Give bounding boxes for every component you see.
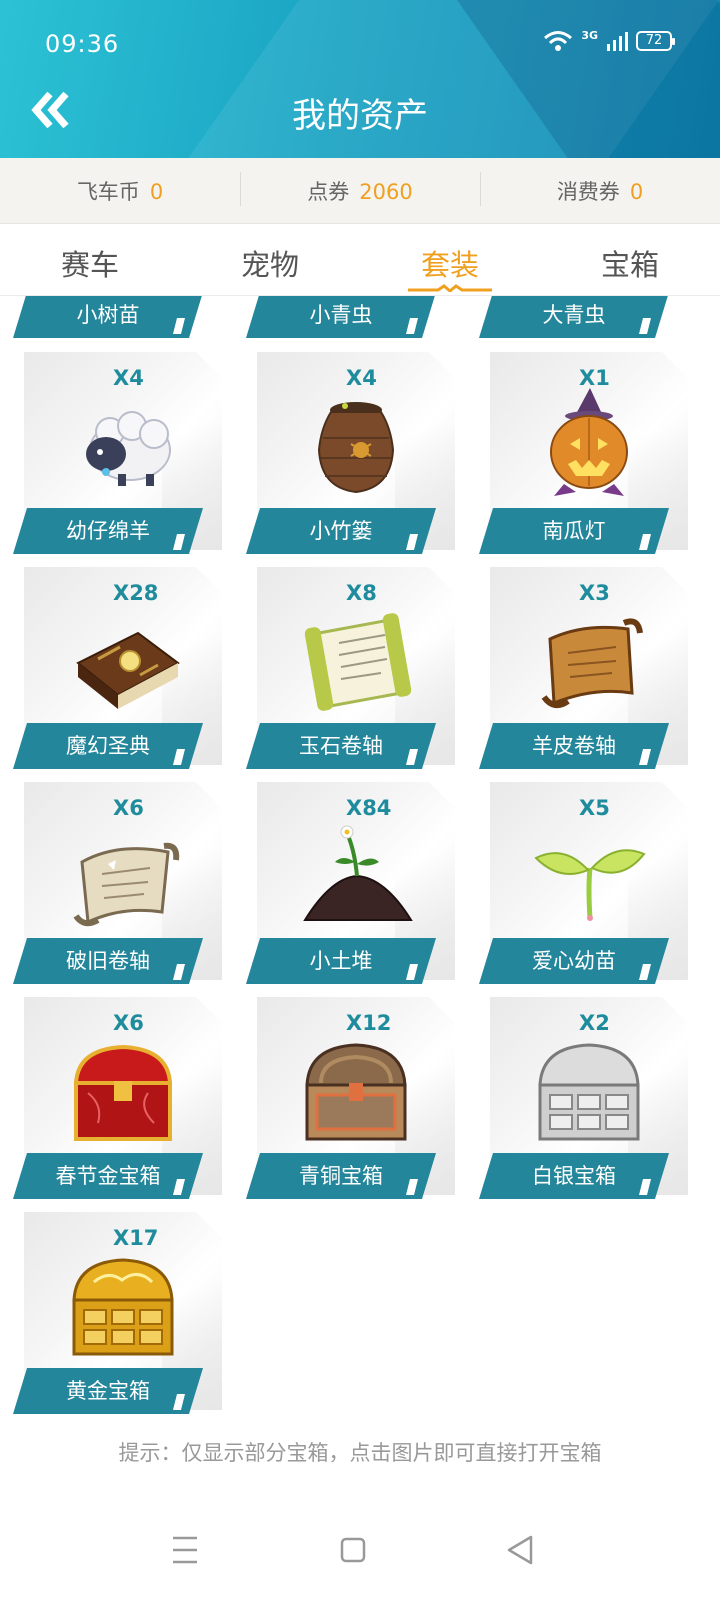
item-count: X12: [346, 1011, 392, 1035]
app-root: 09:36 3G 72 我的资产 飞车币 0 点券 2060 消费券 0 赛车 …: [0, 0, 720, 1600]
item-count: X17: [113, 1226, 159, 1250]
status-icons: 3G 72: [543, 28, 675, 52]
battery-indicator: 72: [636, 31, 675, 51]
currency-flycoin: 飞车币 0: [0, 176, 240, 206]
item-card[interactable]: X17 黄金宝箱: [13, 1212, 222, 1414]
currency-value: 0: [149, 179, 164, 204]
item-count: X84: [346, 796, 392, 820]
back-nav-button[interactable]: [491, 1520, 551, 1580]
item-card[interactable]: X84 小土堆: [246, 782, 455, 984]
home-button[interactable]: [323, 1520, 383, 1580]
item-grid: 小树苗 小青虫 大青虫 X4 幼仔绵羊 X4 小竹篓 X1 南瓜灯 X28 魔幻…: [0, 296, 720, 1446]
currency-label: 飞车币: [76, 179, 140, 204]
dirt-mound-icon: [303, 825, 413, 921]
parchment-scroll-icon: [541, 618, 643, 709]
item-card[interactable]: X4 小竹篓: [246, 352, 455, 554]
item-count: X4: [346, 366, 377, 390]
tab-suit-label: 套装: [420, 248, 479, 282]
item-card[interactable]: X5 爱心幼苗: [479, 782, 688, 984]
item-card[interactable]: X6 春节金宝箱: [13, 997, 222, 1199]
item-count: X3: [579, 581, 610, 605]
currency-points: 点券 2060: [240, 171, 480, 206]
currency-value: 2060: [359, 179, 413, 204]
hint-text: 提示：仅显示部分宝箱，点击图片即可直接打开宝箱: [118, 1441, 602, 1465]
item-count: X4: [113, 366, 144, 390]
currency-label: 点券: [307, 179, 350, 204]
item-count: X8: [346, 581, 377, 605]
sheep-icon: [86, 411, 171, 486]
status-time: 09:36: [45, 30, 120, 58]
item-card[interactable]: X2 白银宝箱: [479, 997, 688, 1199]
pumpkin-icon: [550, 388, 628, 496]
currency-coupon: 消费券 0: [480, 171, 720, 206]
wifi-icon: [544, 31, 573, 51]
basket-icon: [317, 402, 395, 494]
sprout-icon: [534, 849, 646, 921]
item-card[interactable]: X28 魔幻圣典: [13, 567, 222, 769]
item-card[interactable]: X6 破旧卷轴: [13, 782, 222, 984]
gold-chest-icon: [72, 1258, 174, 1356]
tab-pet[interactable]: 宠物: [180, 224, 360, 295]
menu-icon: [173, 1536, 197, 1564]
item-card[interactable]: X8 玉石卷轴: [246, 567, 455, 769]
item-card[interactable]: X12 青铜宝箱: [246, 997, 455, 1199]
item-card-partial[interactable]: 小青虫: [246, 296, 436, 340]
item-card-partial[interactable]: 大青虫: [479, 296, 669, 340]
status-bar: 09:36 3G 72: [0, 0, 720, 80]
page-title: 我的资产: [292, 96, 428, 136]
home-square-icon: [340, 1537, 366, 1563]
item-card[interactable]: X4 幼仔绵羊: [13, 352, 222, 554]
menu-button[interactable]: [155, 1520, 215, 1580]
item-card[interactable]: X3 羊皮卷轴: [479, 567, 688, 769]
network-type: 3G: [581, 28, 598, 42]
red-chest-icon: [73, 1044, 173, 1141]
tab-chest[interactable]: 宝箱: [540, 224, 720, 295]
item-card[interactable]: X1 南瓜灯: [479, 352, 688, 554]
item-card-partial[interactable]: 小树苗: [13, 296, 203, 340]
item-count: X2: [579, 1011, 610, 1035]
currency-bar: 飞车币 0 点券 2060 消费券 0: [0, 158, 720, 224]
triangle-back-icon: [507, 1535, 533, 1565]
item-count: X28: [113, 581, 159, 605]
active-tab-indicator: [408, 284, 492, 292]
signal-icon: [607, 32, 628, 51]
item-count: X1: [579, 366, 610, 390]
currency-label: 消费券: [556, 179, 620, 204]
system-nav-bar: [0, 1500, 720, 1600]
old-scroll-icon: [73, 842, 180, 927]
item-count: X6: [113, 1011, 144, 1035]
silver-chest-icon: [538, 1043, 640, 1141]
item-count: X6: [113, 796, 144, 820]
tab-suit[interactable]: 套装: [360, 224, 540, 295]
currency-value: 0: [629, 179, 644, 204]
tab-bar: 赛车 宠物 套装 宝箱: [0, 224, 720, 296]
tab-racecar[interactable]: 赛车: [0, 224, 180, 295]
item-count: X5: [579, 796, 610, 820]
header: 09:36 3G 72 我的资产: [0, 0, 720, 158]
jade-scroll-icon: [304, 613, 412, 711]
bronze-chest-icon: [305, 1043, 407, 1141]
spellbook-icon: [76, 631, 180, 709]
